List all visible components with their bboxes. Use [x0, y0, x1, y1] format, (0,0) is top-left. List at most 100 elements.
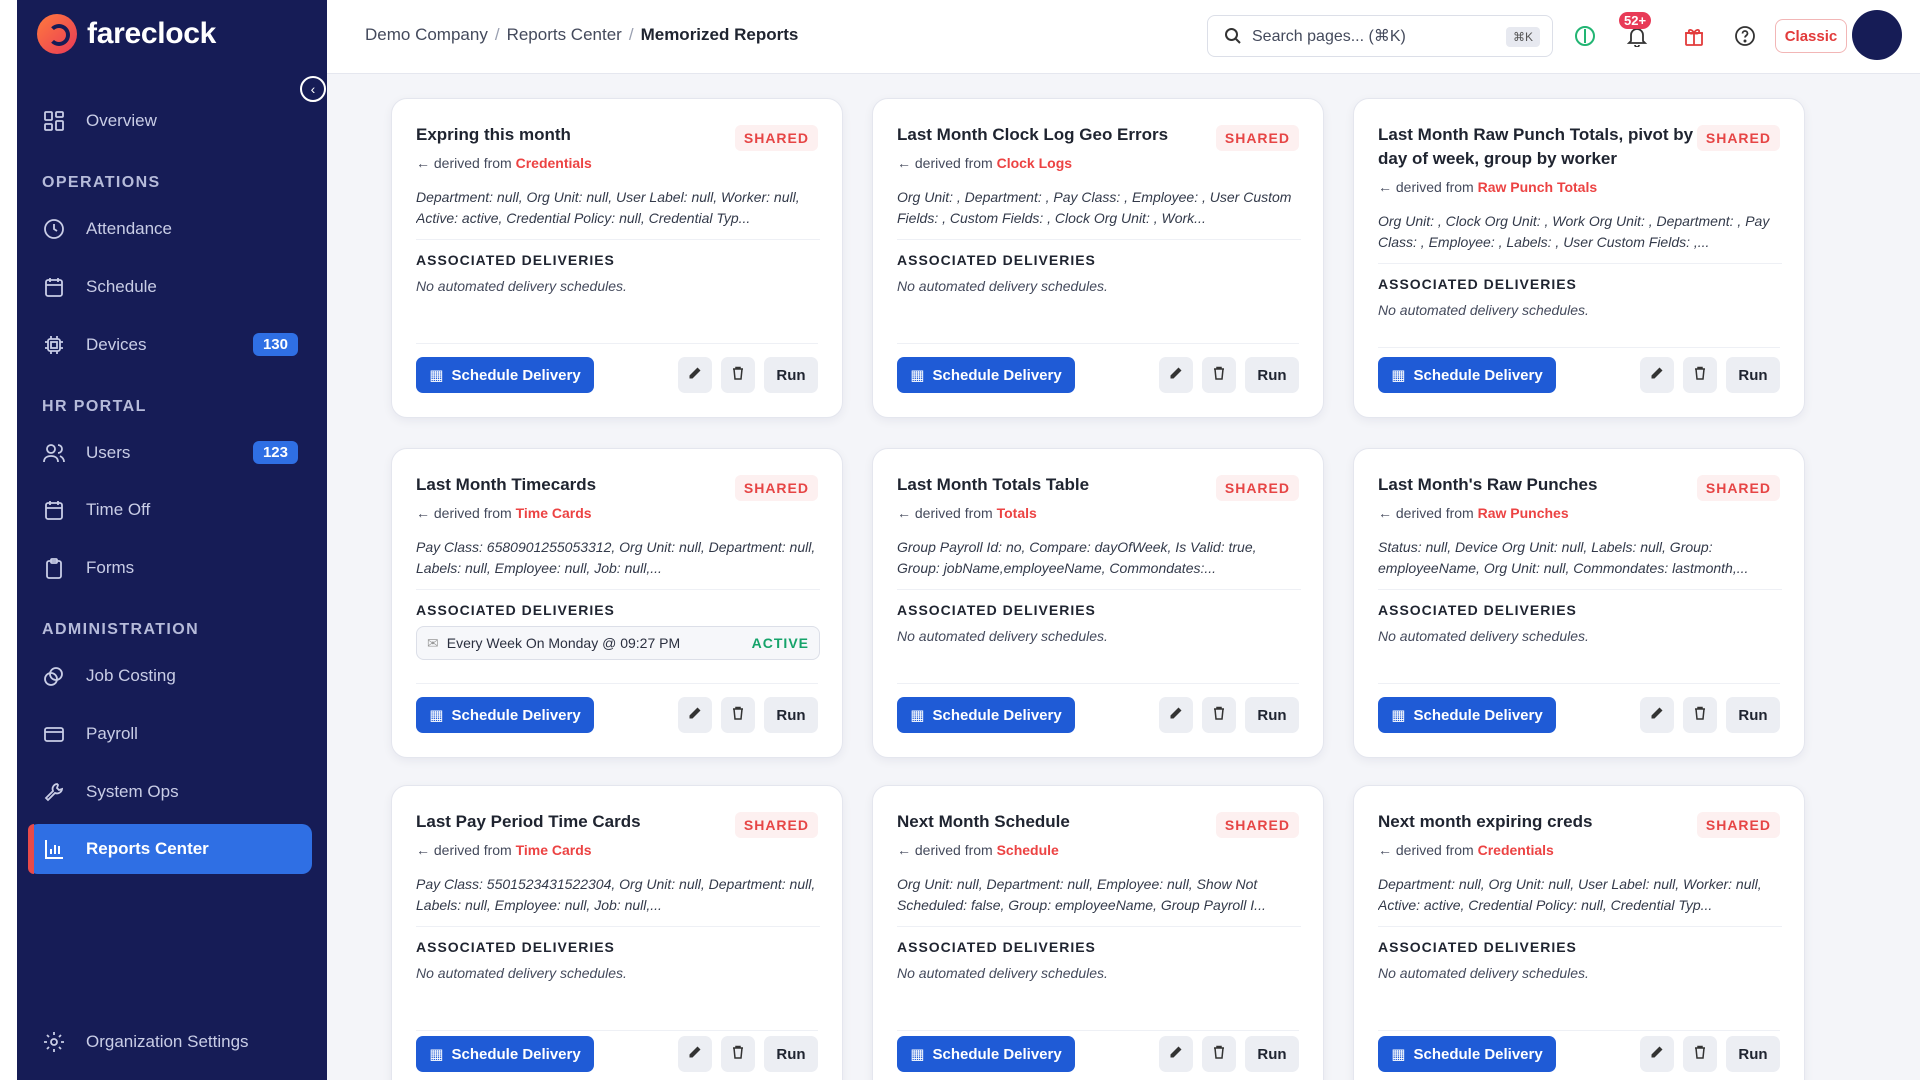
schedule-delivery-button[interactable]: ▦ Schedule Delivery [897, 697, 1075, 733]
source-link[interactable]: Raw Punches [1478, 505, 1569, 521]
run-button[interactable]: Run [1726, 697, 1780, 733]
edit-button[interactable] [1159, 1036, 1193, 1072]
button-label: Schedule Delivery [1413, 1045, 1543, 1063]
edit-button[interactable] [1640, 697, 1674, 733]
schedule-delivery-button[interactable]: ▦ Schedule Delivery [1378, 697, 1556, 733]
divider [1378, 683, 1780, 684]
avatar[interactable] [1852, 10, 1902, 60]
sidebar-item-schedule[interactable]: Schedule [28, 262, 312, 312]
source-link[interactable]: Clock Logs [997, 155, 1072, 171]
help-icon[interactable] [1733, 24, 1757, 48]
button-label: Schedule Delivery [451, 706, 581, 724]
active-status-badge: ACTIVE [751, 635, 809, 651]
run-button[interactable]: Run [764, 1036, 818, 1072]
run-button[interactable]: Run [1245, 1036, 1299, 1072]
sidebar-collapse-button[interactable]: ‹ [300, 76, 326, 102]
report-title[interactable]: Last Pay Period Time Cards [416, 810, 736, 834]
associated-deliveries: ASSOCIATED DELIVERIES No automated deliv… [1378, 926, 1782, 981]
report-title[interactable]: Expring this month [416, 123, 736, 147]
schedule-delivery-button[interactable]: ▦ Schedule Delivery [897, 1036, 1075, 1072]
app-name: fareclock [87, 17, 217, 50]
card-actions: ▦ Schedule Delivery Run [897, 357, 1299, 393]
sidebar-item-organization-settings[interactable]: Organization Settings [28, 1017, 312, 1067]
search-input[interactable]: Search pages... (⌘K) ⌘K [1207, 15, 1553, 57]
report-title[interactable]: Next month expiring creds [1378, 810, 1698, 834]
report-title[interactable]: Next Month Schedule [897, 810, 1217, 834]
wrench-icon [42, 780, 66, 804]
source-link[interactable]: Schedule [997, 842, 1059, 858]
card-actions: ▦ Schedule Delivery Run [897, 1036, 1299, 1072]
edit-button[interactable] [678, 1036, 712, 1072]
source-link[interactable]: Time Cards [516, 842, 592, 858]
edit-button[interactable] [1159, 357, 1193, 393]
run-button[interactable]: Run [1726, 357, 1780, 393]
report-title[interactable]: Last Month Clock Log Geo Errors [897, 123, 1217, 147]
delete-button[interactable] [1683, 357, 1717, 393]
delete-button[interactable] [721, 697, 755, 733]
no-delivery-text: No automated delivery schedules. [416, 278, 627, 294]
sidebar-item-devices[interactable]: Devices 130 [28, 320, 312, 370]
run-button[interactable]: Run [764, 697, 818, 733]
schedule-delivery-button[interactable]: ▦ Schedule Delivery [416, 1036, 594, 1072]
derived-from: ← derived from Totals [897, 505, 1037, 521]
breadcrumb-item[interactable]: Reports Center [507, 25, 622, 44]
chevron-left-icon: ‹ [310, 81, 316, 97]
sidebar-item-reports-center[interactable]: Reports Center [28, 824, 312, 874]
delete-button[interactable] [1202, 357, 1236, 393]
sidebar-item-users[interactable]: Users 123 [28, 428, 312, 478]
edit-button[interactable] [1640, 357, 1674, 393]
edit-button[interactable] [1640, 1036, 1674, 1072]
report-title[interactable]: Last Month Raw Punch Totals, pivot by da… [1378, 123, 1698, 171]
edit-button[interactable] [678, 357, 712, 393]
delete-button[interactable] [1202, 697, 1236, 733]
schedule-delivery-button[interactable]: ▦ Schedule Delivery [897, 357, 1075, 393]
app-logo[interactable]: fareclock [37, 14, 216, 54]
delete-button[interactable] [721, 1036, 755, 1072]
edit-button[interactable] [678, 697, 712, 733]
breadcrumb-item[interactable]: Demo Company [365, 25, 488, 44]
source-link[interactable]: Credentials [1478, 842, 1554, 858]
delivery-schedule-item[interactable]: ✉ Every Week On Monday @ 09:27 PM ACTIVE [416, 626, 820, 660]
sidebar-item-time-off[interactable]: Time Off [28, 485, 312, 535]
edit-button[interactable] [1159, 697, 1193, 733]
delete-button[interactable] [1202, 1036, 1236, 1072]
card-actions: ▦ Schedule Delivery Run [416, 1036, 818, 1072]
sidebar-item-overview[interactable]: Overview [28, 96, 312, 146]
sidebar-item-attendance[interactable]: Attendance [28, 204, 312, 254]
trash-icon [1212, 366, 1226, 385]
schedule-delivery-button[interactable]: ▦ Schedule Delivery [416, 357, 594, 393]
derived-from: ← derived from Raw Punch Totals [1378, 179, 1598, 195]
source-link[interactable]: Raw Punch Totals [1478, 179, 1598, 195]
breadcrumb-current: Memorized Reports [640, 25, 799, 44]
status-icon[interactable] [1573, 24, 1597, 48]
fareclock-logo-icon [37, 14, 77, 54]
sidebar-item-system-ops[interactable]: System Ops [28, 767, 312, 817]
divider [416, 1030, 818, 1031]
schedule-delivery-button[interactable]: ▦ Schedule Delivery [416, 697, 594, 733]
run-button[interactable]: Run [1726, 1036, 1780, 1072]
report-title[interactable]: Last Month Totals Table [897, 473, 1217, 497]
sidebar-item-label: Job Costing [86, 666, 176, 685]
sidebar-item-forms[interactable]: Forms [28, 543, 312, 593]
run-button[interactable]: Run [1245, 697, 1299, 733]
chip-icon [42, 333, 66, 357]
delete-button[interactable] [1683, 697, 1717, 733]
source-link[interactable]: Totals [997, 505, 1037, 521]
sidebar-item-job-costing[interactable]: Job Costing [28, 651, 312, 701]
run-button[interactable]: Run [764, 357, 818, 393]
no-delivery-text: No automated delivery schedules. [1378, 628, 1589, 644]
schedule-delivery-button[interactable]: ▦ Schedule Delivery [1378, 357, 1556, 393]
schedule-delivery-button[interactable]: ▦ Schedule Delivery [1378, 1036, 1556, 1072]
delete-button[interactable] [1683, 1036, 1717, 1072]
sidebar-item-label: Organization Settings [86, 1032, 249, 1051]
gift-icon[interactable] [1682, 24, 1706, 48]
sidebar-item-payroll[interactable]: Payroll [28, 709, 312, 759]
source-link[interactable]: Time Cards [516, 505, 592, 521]
source-link[interactable]: Credentials [516, 155, 592, 171]
delete-button[interactable] [721, 357, 755, 393]
calendar-icon: ▦ [429, 367, 444, 384]
report-title[interactable]: Last Month's Raw Punches [1378, 473, 1698, 497]
classic-view-button[interactable]: Classic [1775, 19, 1847, 53]
run-button[interactable]: Run [1245, 357, 1299, 393]
report-title[interactable]: Last Month Timecards [416, 473, 736, 497]
